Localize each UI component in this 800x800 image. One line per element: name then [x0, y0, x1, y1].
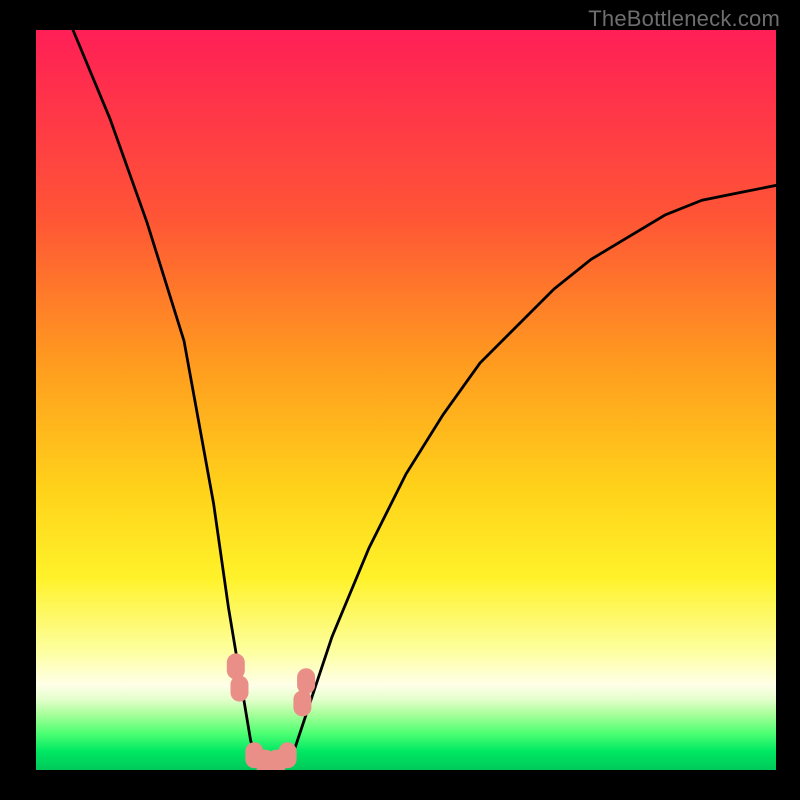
curve-marker	[279, 742, 297, 768]
curve-marker	[297, 668, 315, 694]
chart-frame	[36, 30, 776, 770]
bottleneck-chart	[36, 30, 776, 770]
curve-marker	[231, 676, 249, 702]
gradient-background	[36, 30, 776, 770]
curve-marker	[227, 653, 245, 679]
curve-marker	[293, 690, 311, 716]
watermark-text: TheBottleneck.com	[588, 6, 780, 32]
